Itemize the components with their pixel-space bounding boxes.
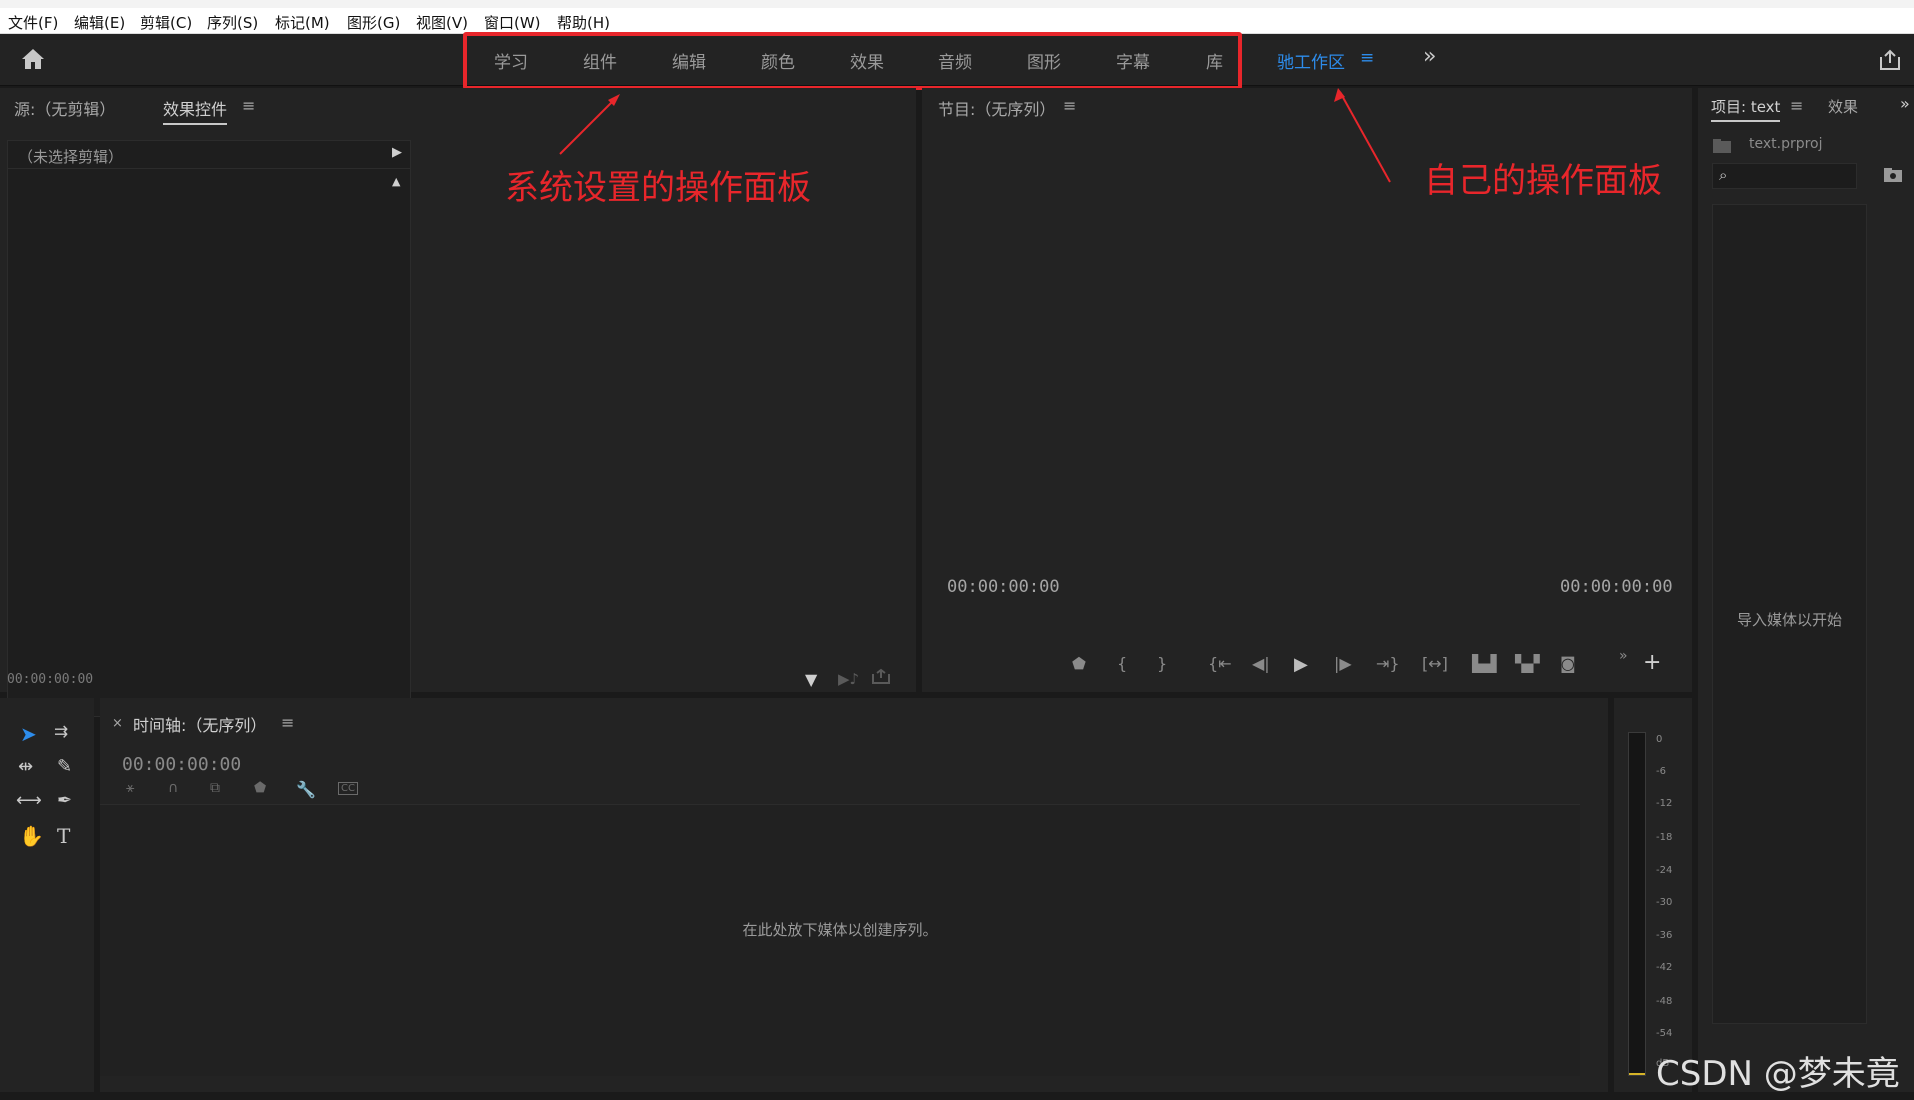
system-arrow-line bbox=[559, 97, 617, 155]
custom-arrow-line bbox=[1339, 91, 1391, 183]
csdn-watermark: CSDN @梦未竟 bbox=[1656, 1054, 1900, 1094]
annotation-system-panel: 系统设置的操作面板 bbox=[505, 168, 811, 208]
annotation-custom-panel: 自己的操作面板 bbox=[1424, 161, 1662, 201]
